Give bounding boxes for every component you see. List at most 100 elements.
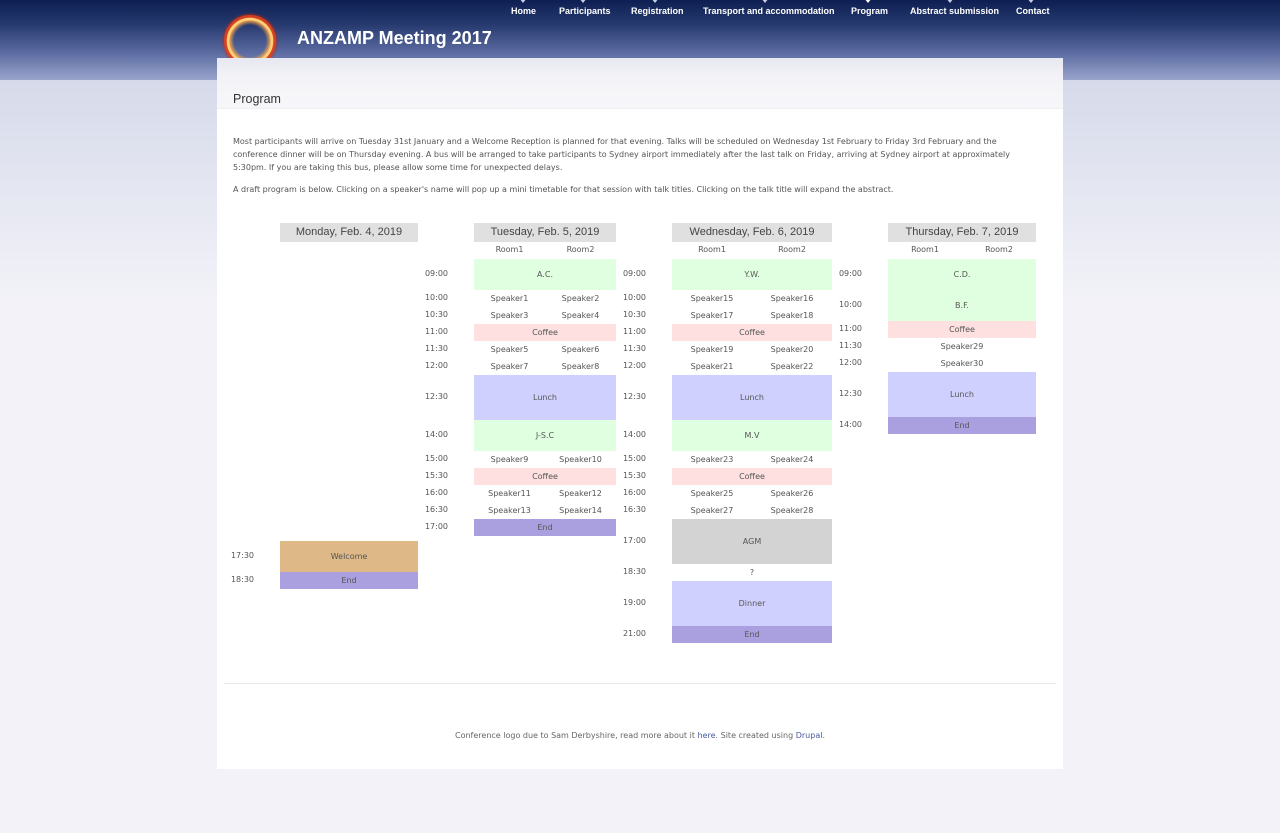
intro-note: A draft program is below. Clicking on a …	[233, 185, 894, 194]
footer-prefix: Conference logo due to Sam Derbyshire, r…	[455, 731, 695, 740]
session-block: Coffee	[474, 468, 616, 485]
speaker-slot[interactable]: Speaker20	[752, 341, 832, 358]
nav-indicator-icon	[519, 0, 527, 3]
speaker-slot[interactable]: Speaker18	[752, 307, 832, 324]
nav-transport[interactable]: Transport and accommodation	[703, 6, 835, 16]
speaker-slot[interactable]: Speaker22	[752, 358, 832, 375]
speaker-slot[interactable]: Speaker1	[474, 290, 545, 307]
speaker-slot[interactable]: Speaker16	[752, 290, 832, 307]
session-block: A.C.	[474, 259, 616, 290]
time-label: 16:00	[622, 488, 646, 497]
session-block: Coffee	[888, 321, 1036, 338]
speaker-slot[interactable]: Speaker23	[672, 451, 752, 468]
nav-indicator-icon	[651, 0, 659, 3]
session-block: End	[280, 572, 418, 589]
speaker-slot[interactable]: Speaker27	[672, 502, 752, 519]
footer-link-here[interactable]: here	[698, 731, 716, 740]
footer-divider	[224, 683, 1056, 684]
room-header: Room1	[495, 245, 524, 254]
speaker-slot[interactable]: Speaker24	[752, 451, 832, 468]
time-label: 12:00	[424, 361, 448, 370]
time-label: 14:00	[622, 430, 646, 439]
speaker-slot[interactable]: Speaker3	[474, 307, 545, 324]
session-block: Dinner	[672, 581, 832, 626]
footer-end: .	[822, 731, 825, 740]
time-label: 12:00	[622, 361, 646, 370]
content-card: Program Most participants will arrive on…	[217, 58, 1063, 769]
day-header: Tuesday, Feb. 5, 2019	[474, 223, 616, 242]
speaker-slot[interactable]: Speaker11	[474, 485, 545, 502]
speaker-slot[interactable]: Speaker26	[752, 485, 832, 502]
day-header: Monday, Feb. 4, 2019	[280, 223, 418, 242]
room-header: Room2	[985, 245, 1013, 254]
time-label: 09:00	[424, 269, 448, 278]
day-header: Thursday, Feb. 7, 2019	[888, 223, 1036, 242]
time-label: 10:00	[622, 293, 646, 302]
footer-middle: . Site created using	[715, 731, 794, 740]
session-block: Lunch	[474, 375, 616, 420]
nav-contact[interactable]: Contact	[1016, 6, 1050, 16]
nav-indicator-icon	[579, 0, 587, 3]
nav-registration[interactable]: Registration	[631, 6, 684, 16]
footer-link-drupal[interactable]: Drupal	[796, 731, 823, 740]
time-label: 15:30	[622, 471, 646, 480]
session-block: ?	[749, 568, 755, 577]
time-label: 16:00	[424, 488, 448, 497]
time-label: 14:00	[838, 420, 862, 429]
speaker-slot[interactable]: Speaker17	[672, 307, 752, 324]
nav-indicator-icon	[864, 0, 872, 3]
time-label: 18:30	[230, 575, 254, 584]
speaker-slot[interactable]: Speaker13	[474, 502, 545, 519]
speaker-slot[interactable]: Speaker30	[888, 355, 1036, 372]
time-label: 14:00	[424, 430, 448, 439]
session-block: Welcome	[280, 541, 418, 572]
nav-abstract-submission[interactable]: Abstract submission	[910, 6, 999, 16]
intro-paragraph: Most participants will arrive on Tuesday…	[233, 137, 1010, 172]
time-label: 09:00	[622, 269, 646, 278]
time-label: 15:30	[424, 471, 448, 480]
speaker-slot[interactable]: Speaker9	[474, 451, 545, 468]
session-block: AGM	[672, 519, 832, 564]
nav-indicator-icon	[761, 0, 769, 3]
day-header: Wednesday, Feb. 6, 2019	[672, 223, 832, 242]
time-label: 21:00	[622, 629, 646, 638]
site-title[interactable]: ANZAMP Meeting 2017	[297, 28, 492, 49]
time-label: 15:00	[622, 454, 646, 463]
session-block: End	[672, 626, 832, 643]
nav-indicator-icon	[1027, 0, 1035, 3]
time-label: 17:00	[622, 536, 646, 545]
speaker-slot[interactable]: Speaker29	[888, 338, 1036, 355]
time-label: 11:00	[424, 327, 448, 336]
time-label: 11:00	[838, 324, 862, 333]
speaker-slot[interactable]: Speaker25	[672, 485, 752, 502]
session-block: Coffee	[672, 324, 832, 341]
time-label: 17:30	[230, 551, 254, 560]
time-label: 12:30	[622, 392, 646, 401]
speaker-slot[interactable]: Speaker19	[672, 341, 752, 358]
nav-home[interactable]: Home	[511, 6, 536, 16]
speaker-slot[interactable]: Speaker7	[474, 358, 545, 375]
speaker-slot[interactable]: Speaker15	[672, 290, 752, 307]
page-title: Program	[233, 92, 281, 106]
speaker-slot[interactable]: Speaker28	[752, 502, 832, 519]
room-header: Room1	[911, 245, 939, 254]
time-label: 16:30	[424, 505, 448, 514]
time-label: 10:30	[622, 310, 646, 319]
session-block: J-S.C	[474, 420, 616, 451]
speaker-slot[interactable]: Speaker5	[474, 341, 545, 358]
room-header: Room2	[778, 245, 806, 254]
nav-program[interactable]: Program	[851, 6, 888, 16]
time-label: 12:30	[838, 389, 862, 398]
room-header: Room2	[566, 245, 595, 254]
time-label: 11:30	[838, 341, 862, 350]
speaker-slot[interactable]: Speaker21	[672, 358, 752, 375]
session-block: Coffee	[474, 324, 616, 341]
footer: Conference logo due to Sam Derbyshire, r…	[217, 731, 1063, 740]
time-label: 12:30	[424, 392, 448, 401]
main-nav: Home Participants Registration Transport…	[0, 0, 1280, 20]
time-label: 18:30	[622, 567, 646, 576]
session-block: C.D.	[888, 259, 1036, 290]
nav-participants[interactable]: Participants	[559, 6, 611, 16]
time-label: 11:30	[424, 344, 448, 353]
session-block: Coffee	[672, 468, 832, 485]
